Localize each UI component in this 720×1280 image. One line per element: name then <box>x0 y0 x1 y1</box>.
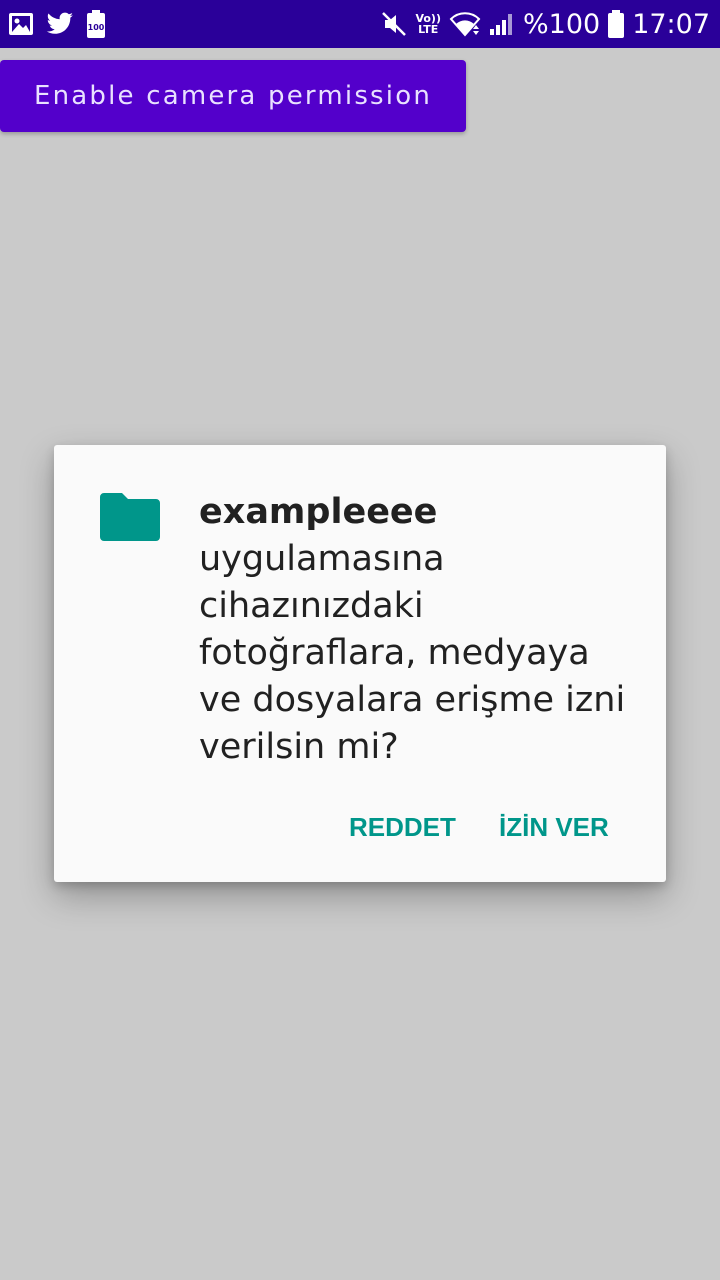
folder-icon <box>100 493 160 541</box>
signal-icon <box>489 11 515 37</box>
battery-saver-label: 100 <box>88 23 105 32</box>
volte-icon: Vo)) LTE <box>415 13 441 35</box>
status-bar-right: Vo)) LTE %100 17:07 <box>381 9 710 40</box>
dialog-message: exampleeee uygulamasına cihazınızdaki fo… <box>199 489 639 771</box>
twitter-icon <box>46 12 74 36</box>
battery-percent: %100 <box>522 8 601 40</box>
mute-icon <box>381 11 407 37</box>
status-bar: 100 Vo)) LTE %100 17:07 <box>0 0 720 48</box>
deny-button[interactable]: REDDET <box>349 805 456 849</box>
wifi-icon <box>449 11 481 37</box>
status-bar-left: 100 <box>8 10 106 38</box>
clock: 17:07 <box>632 8 710 40</box>
dialog-message-text: uygulamasına cihazınızdaki fotoğraflara,… <box>199 539 626 767</box>
dialog-app-name: exampleeee <box>199 492 438 532</box>
enable-camera-permission-button[interactable]: Enable camera permission <box>0 60 466 132</box>
permission-dialog: exampleeee uygulamasına cihazınızdaki fo… <box>54 445 666 882</box>
allow-button[interactable]: İZİN VER <box>499 805 609 849</box>
battery-icon <box>608 10 625 38</box>
image-icon <box>8 12 34 36</box>
volte-label-bottom: LTE <box>418 23 439 36</box>
dialog-actions: REDDET İZİN VER <box>54 805 666 849</box>
battery-saver-icon: 100 <box>86 10 106 38</box>
